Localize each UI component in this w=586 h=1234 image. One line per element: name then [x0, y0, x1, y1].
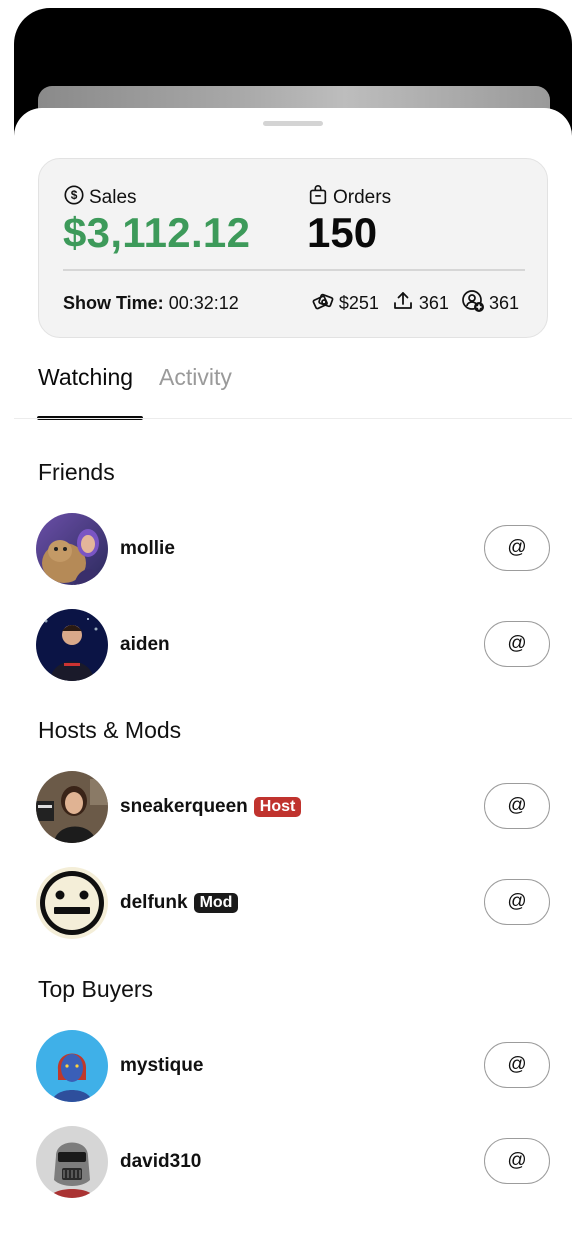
orders-label: Orders: [307, 184, 391, 212]
mention-button[interactable]: @: [484, 1138, 550, 1184]
dollar-circle-icon: $: [63, 184, 85, 212]
mention-button[interactable]: @: [484, 1042, 550, 1088]
tips-stat: $251: [311, 289, 379, 318]
list-item: sneakerqueen Host @: [36, 770, 550, 844]
tabs-divider: [14, 418, 572, 419]
username[interactable]: delfunk: [120, 892, 188, 914]
mini-stats: $251 361 361: [311, 289, 519, 318]
show-stats-card: $ Sales Orders $3,112.12 150 Show Time: …: [38, 158, 548, 338]
username[interactable]: sneakerqueen: [120, 796, 248, 818]
mention-button[interactable]: @: [484, 525, 550, 571]
username[interactable]: aiden: [120, 634, 170, 656]
share-icon: [391, 289, 415, 318]
mod-badge: Mod: [193, 893, 239, 913]
list-item: aiden @: [36, 608, 550, 682]
card-divider: [63, 269, 525, 271]
avatar[interactable]: [36, 867, 108, 939]
mention-button[interactable]: @: [484, 879, 550, 925]
tab-activity[interactable]: Activity: [159, 364, 232, 395]
mention-button[interactable]: @: [484, 621, 550, 667]
username[interactable]: david310: [120, 1151, 201, 1173]
show-time: Show Time: 00:32:12: [63, 293, 239, 313]
username[interactable]: mollie: [120, 538, 175, 560]
section-title-hosts-mods: Hosts & Mods: [38, 717, 182, 743]
section-title-friends: Friends: [38, 459, 115, 485]
sales-value: $3,112.12: [63, 209, 251, 256]
svg-text:$: $: [71, 188, 78, 202]
add-user-icon: [461, 289, 485, 318]
sheet-drag-handle[interactable]: [263, 121, 323, 126]
gift-money-icon: [311, 289, 335, 318]
orders-value: 150: [307, 209, 378, 256]
tab-watching[interactable]: Watching: [38, 364, 133, 395]
shopping-bag-icon: [307, 184, 329, 212]
host-badge: Host: [253, 797, 302, 817]
followers-stat: 361: [461, 289, 519, 318]
section-title-top-buyers: Top Buyers: [38, 976, 154, 1002]
avatar[interactable]: [36, 1126, 108, 1198]
avatar[interactable]: [36, 771, 108, 843]
avatar[interactable]: [36, 513, 108, 585]
tab-bar: Watching Activity: [38, 364, 232, 395]
sales-label: $ Sales: [63, 184, 137, 212]
username[interactable]: mystique: [120, 1055, 203, 1077]
shares-stat: 361: [391, 289, 449, 318]
list-item: mollie @: [36, 512, 550, 586]
avatar[interactable]: [36, 609, 108, 681]
mention-button[interactable]: @: [484, 783, 550, 829]
list-item: mystique @: [36, 1029, 550, 1103]
list-item: delfunk Mod @: [36, 866, 550, 940]
list-item: david310 @: [36, 1125, 550, 1199]
avatar[interactable]: [36, 1030, 108, 1102]
